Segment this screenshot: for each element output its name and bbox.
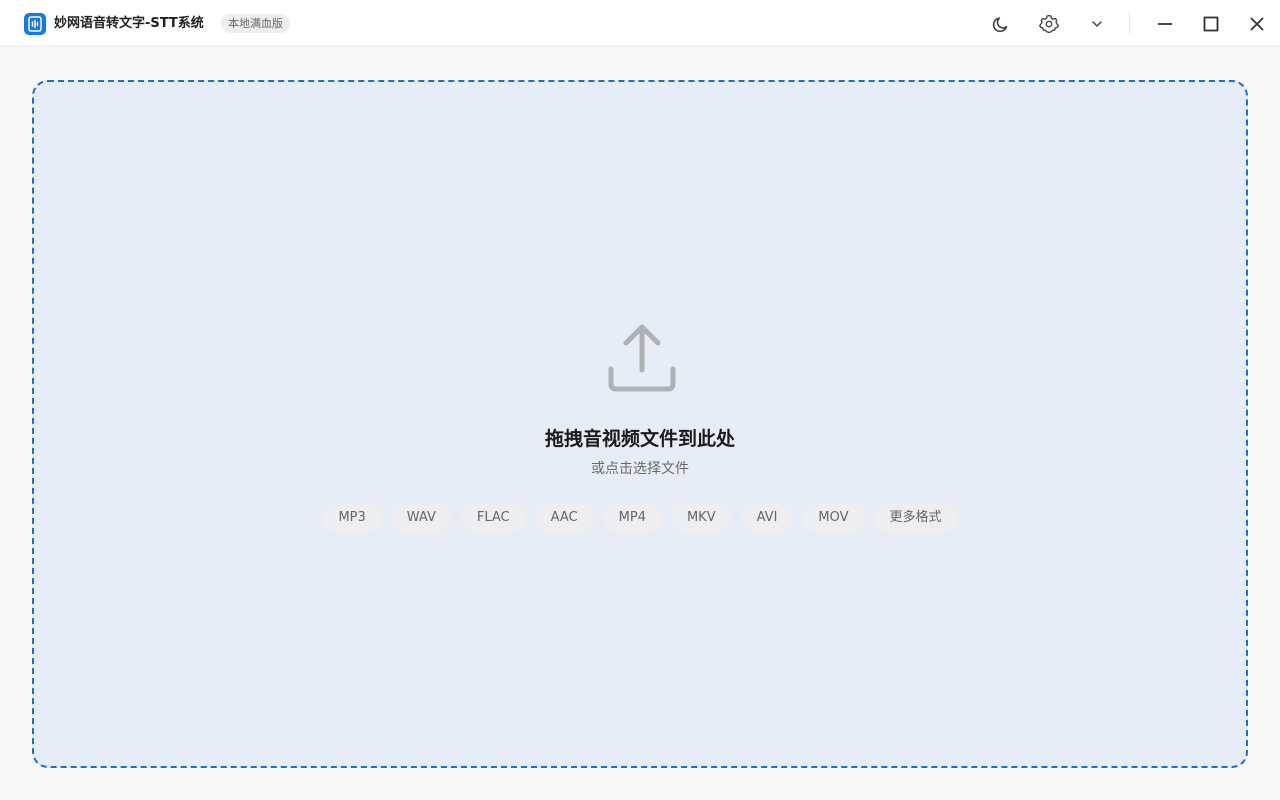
drop-zone-subtitle[interactable]: 或点击选择文件 xyxy=(34,459,1246,479)
format-chip-list: MP3 WAV FLAC AAC MP4 MKV AVI MOV 更多格式 xyxy=(34,503,1246,533)
format-chip: AVI xyxy=(740,503,794,533)
close-icon[interactable] xyxy=(1245,12,1269,36)
file-drop-zone[interactable]: 拖拽音视频文件到此处 或点击选择文件 MP3 WAV FLAC AAC MP4 … xyxy=(32,80,1248,768)
format-chip: MKV xyxy=(670,503,732,533)
app-title: 妙网语音转文字-STT系统 xyxy=(54,16,204,31)
gear-icon[interactable] xyxy=(1037,12,1061,36)
upload-icon xyxy=(608,322,676,392)
format-chip: MP4 xyxy=(602,503,662,533)
chevron-down-icon[interactable] xyxy=(1085,12,1109,36)
format-chip: AAC xyxy=(534,503,594,533)
title-bar: 妙网语音转文字-STT系统 本地满血版 xyxy=(0,0,1280,47)
format-chip: FLAC xyxy=(460,503,526,533)
titlebar-divider xyxy=(1129,13,1130,34)
more-formats-chip[interactable]: 更多格式 xyxy=(873,503,958,533)
format-chip: WAV xyxy=(390,503,452,533)
minimize-icon[interactable] xyxy=(1153,12,1177,36)
format-chip: MOV xyxy=(802,503,865,533)
audio-doc-icon xyxy=(24,13,46,35)
format-chip: MP3 xyxy=(322,503,382,533)
moon-icon[interactable] xyxy=(989,12,1013,36)
maximize-icon[interactable] xyxy=(1199,12,1223,36)
edition-badge: 本地满血版 xyxy=(221,14,290,33)
drop-zone-title: 拖拽音视频文件到此处 xyxy=(544,428,735,450)
